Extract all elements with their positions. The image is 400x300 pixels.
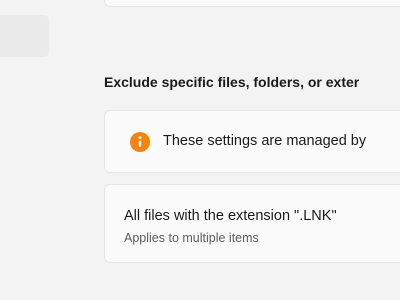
settings-page: Exclude specific files, folders, or exte… [0, 0, 400, 300]
previous-settings-card [104, 0, 400, 7]
exclusion-item[interactable]: All files with the extension ".LNK" Appl… [104, 184, 400, 263]
section-heading: Exclude specific files, folders, or exte… [104, 74, 360, 90]
info-icon [130, 132, 150, 152]
sidebar-nav-item[interactable] [0, 15, 49, 57]
exclusion-item-subtitle: Applies to multiple items [124, 231, 259, 245]
exclusion-item-title: All files with the extension ".LNK" [124, 208, 337, 224]
managed-settings-notice: These settings are managed by [104, 110, 400, 173]
notice-text: These settings are managed by [163, 133, 367, 149]
